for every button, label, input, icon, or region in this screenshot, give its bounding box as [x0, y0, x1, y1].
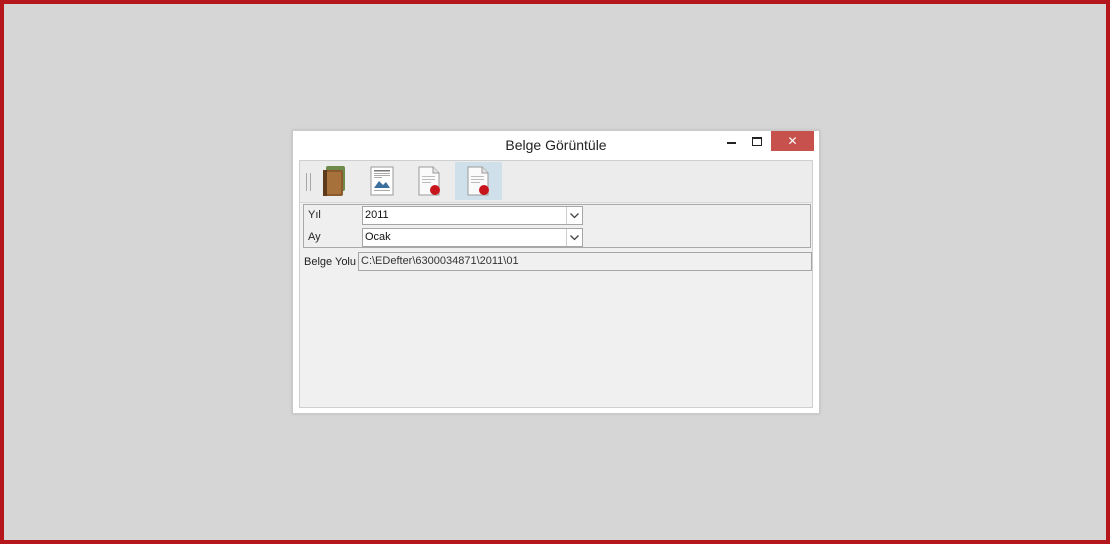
- year-dropdown-button[interactable]: [566, 207, 582, 224]
- close-icon: ✕: [787, 134, 798, 148]
- path-field[interactable]: C:\EDefter\6300034871\2011\01: [358, 252, 812, 271]
- path-label: Belge Yolu: [304, 256, 356, 268]
- books-button[interactable]: [310, 162, 357, 200]
- toolbar: [300, 161, 812, 203]
- path-value: C:\EDefter\6300034871\2011\01: [361, 255, 519, 267]
- maximize-button[interactable]: [744, 131, 770, 151]
- document-seal-active-button[interactable]: [455, 162, 502, 200]
- document-seal-active-icon: [467, 166, 489, 196]
- chevron-down-icon: [570, 234, 579, 240]
- books-icon: [322, 166, 345, 196]
- month-value: Ocak: [365, 231, 391, 243]
- period-group: Yıl 2011 Ay Ocak: [303, 204, 811, 248]
- year-select[interactable]: 2011: [362, 206, 583, 225]
- client-area: Yıl 2011 Ay Ocak Belge Yolu C:\EDefter\6…: [299, 160, 813, 408]
- document-preview-icon: [370, 166, 393, 196]
- maximize-icon: [752, 136, 762, 146]
- minimize-button[interactable]: [716, 131, 746, 151]
- month-label: Ay: [308, 231, 321, 243]
- document-seal-icon: [418, 166, 440, 196]
- month-select[interactable]: Ocak: [362, 228, 583, 247]
- year-label: Yıl: [308, 209, 321, 221]
- document-preview-button[interactable]: [358, 162, 405, 200]
- month-dropdown-button[interactable]: [566, 229, 582, 246]
- title-bar[interactable]: Belge Görüntüle ✕: [293, 131, 819, 160]
- year-value: 2011: [365, 209, 389, 221]
- document-seal-button[interactable]: [406, 162, 453, 200]
- belge-goruntule-window: Belge Görüntüle ✕ Yıl 2011 Ay Ocak Belge…: [292, 130, 820, 414]
- chevron-down-icon: [570, 212, 579, 218]
- close-button[interactable]: ✕: [771, 131, 814, 151]
- minimize-icon: [726, 142, 736, 144]
